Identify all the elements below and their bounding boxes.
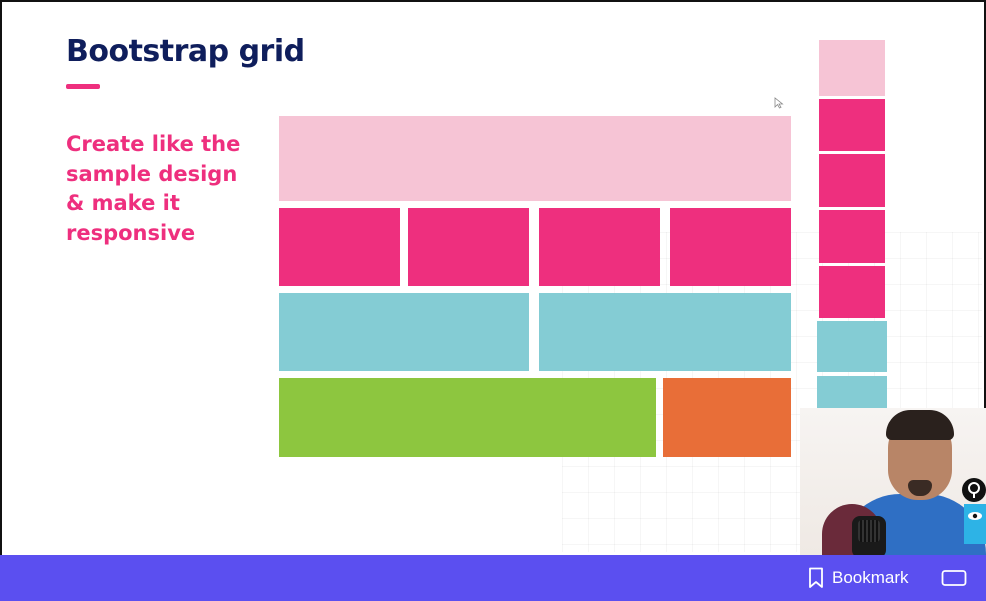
instruction-line: sample design	[66, 161, 238, 186]
eye-icon	[964, 504, 986, 544]
channel-logo-icon	[962, 478, 986, 502]
pink-column-block	[408, 208, 529, 286]
mobile-pink-block	[819, 154, 885, 207]
instruction-line: Create like the	[66, 132, 241, 156]
instruction-text: Create like the sample design & make it …	[66, 130, 276, 248]
title-underline	[66, 84, 100, 89]
teal-column-block	[279, 293, 529, 371]
pink-column-block	[670, 208, 791, 286]
mobile-pink-block	[819, 266, 885, 318]
mobile-teal-block	[817, 321, 887, 372]
bookmark-button[interactable]: Bookmark	[808, 566, 909, 590]
instruction-line: & make it	[66, 191, 180, 215]
bookmark-icon	[809, 567, 823, 588]
header-block	[279, 116, 791, 201]
teal-column-block	[539, 293, 791, 371]
orange-narrow-block	[663, 378, 791, 457]
mobile-pink-block	[819, 210, 885, 263]
mouse-cursor-icon	[774, 97, 784, 109]
presenter-webcam	[800, 408, 986, 555]
mobile-header-block	[819, 40, 885, 96]
pink-column-block	[279, 208, 400, 286]
mobile-pink-block	[819, 99, 885, 151]
bookmark-label: Bookmark	[832, 568, 909, 587]
instruction-line: responsive	[66, 220, 196, 245]
screen-mode-button[interactable]	[941, 569, 967, 587]
pink-column-block	[539, 208, 660, 286]
screen-icon	[941, 570, 967, 586]
green-wide-block	[279, 378, 656, 457]
slide-title: Bootstrap grid	[66, 34, 305, 69]
